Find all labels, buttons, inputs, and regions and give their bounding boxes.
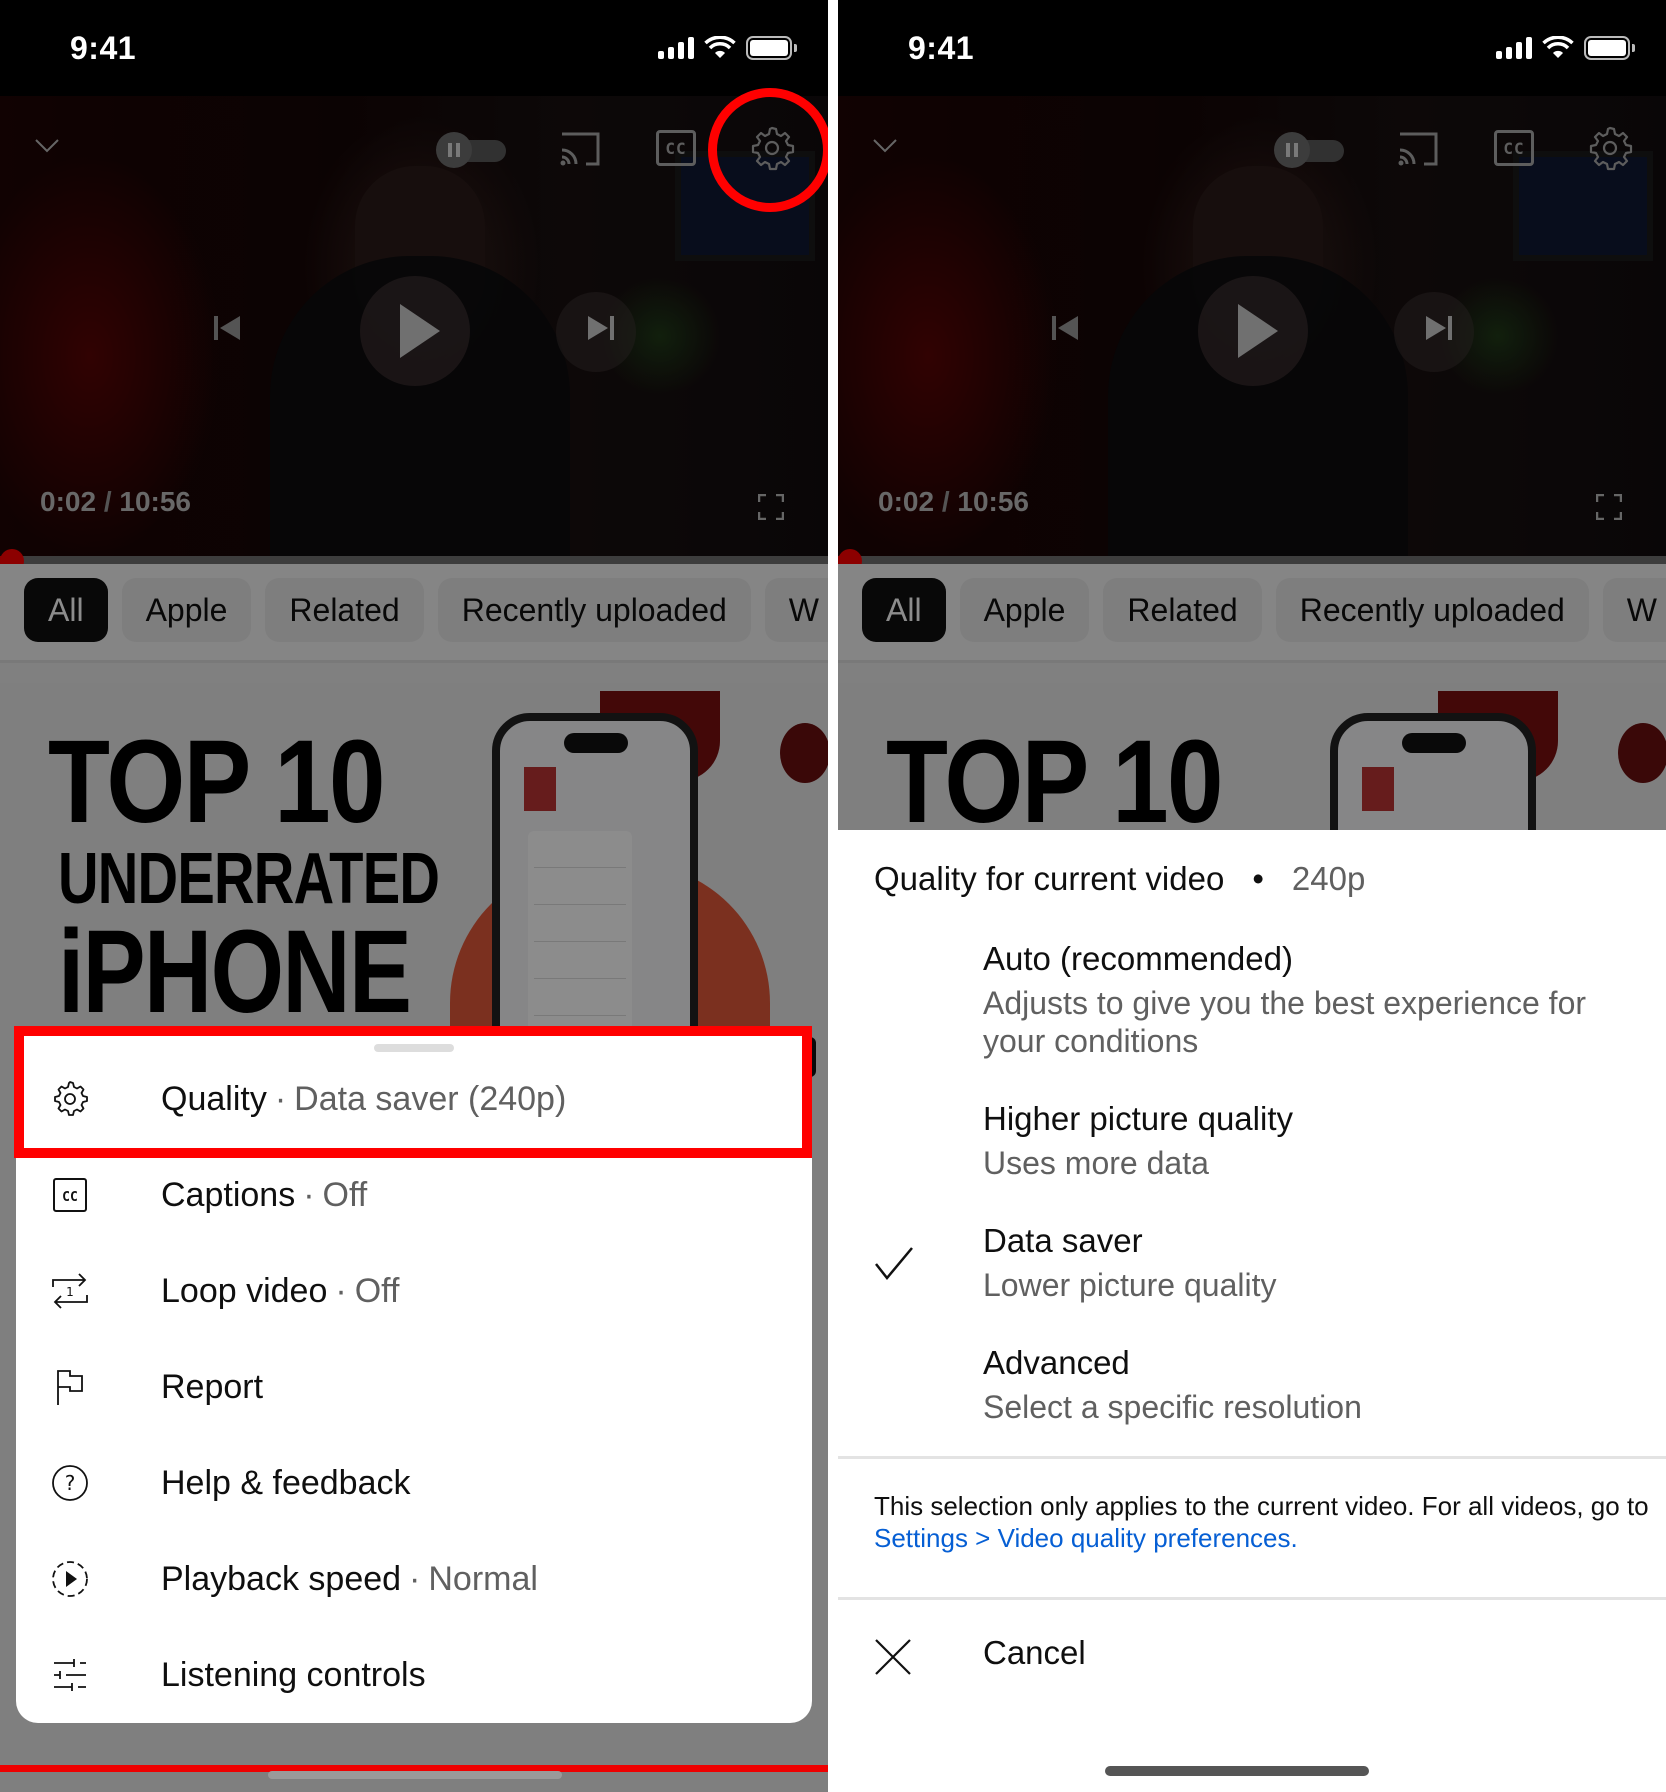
phone-screen-quality-menu: 9:41 CC 0:02 / 10:56 All Apple Related Rece… xyxy=(838,0,1666,1792)
option-description: Select a specific resolution xyxy=(983,1389,1362,1425)
close-icon xyxy=(875,1639,911,1675)
menu-item-separator: · xyxy=(303,1175,315,1214)
flag-icon xyxy=(50,1367,90,1407)
video-quality-preferences-link[interactable]: Settings > Video quality preferences. xyxy=(874,1523,1298,1553)
status-time: 9:41 xyxy=(908,30,975,66)
phone-screen-settings-menu: 9:41 CC 0:02 / 10:56 All Apple Related Rece… xyxy=(0,0,828,1792)
playback-speed-icon xyxy=(50,1559,90,1599)
menu-item-playback-speed[interactable]: Playback speed · Normal xyxy=(16,1534,812,1624)
menu-item-title: Report xyxy=(161,1367,264,1406)
status-bar: 9:41 xyxy=(838,0,1666,96)
sliders-icon xyxy=(50,1655,90,1695)
menu-item-value: Normal xyxy=(428,1559,538,1598)
menu-item-label: Report xyxy=(161,1368,263,1407)
status-time: 9:41 xyxy=(70,30,137,66)
footnote-text: This selection only applies to the curre… xyxy=(874,1491,1649,1521)
menu-item-label: Help & feedback xyxy=(161,1464,411,1503)
menu-item-title: Listening controls xyxy=(161,1655,426,1694)
cancel-label: Cancel xyxy=(983,1634,1086,1671)
menu-item-loop-video[interactable]: 1 Loop video · Off xyxy=(16,1246,812,1336)
option-description: Adjusts to give you the best experience … xyxy=(983,985,1587,1059)
menu-item-separator: · xyxy=(409,1559,421,1598)
loop-icon: 1 xyxy=(50,1271,90,1311)
menu-item-label: Listening controls xyxy=(161,1656,426,1695)
battery-icon xyxy=(1584,36,1635,60)
menu-item-separator: · xyxy=(335,1271,347,1310)
section-divider xyxy=(838,1597,1666,1600)
quality-option-data-saver[interactable]: Data saver Lower picture quality xyxy=(838,1222,1666,1312)
cellular-signal-icon xyxy=(1496,37,1532,59)
menu-item-listening-controls[interactable]: Listening controls xyxy=(16,1630,812,1720)
quality-header-separator: • xyxy=(1252,860,1264,897)
quality-header-label: Quality for current video xyxy=(874,860,1225,897)
status-icons xyxy=(658,36,797,60)
option-description: Uses more data xyxy=(983,1145,1209,1181)
quality-header: Quality for current video • 240p xyxy=(874,860,1365,898)
current-quality-value: 240p xyxy=(1291,860,1366,897)
cc-icon: CC xyxy=(50,1175,90,1215)
cellular-signal-icon xyxy=(658,37,694,59)
menu-item-help-feedback[interactable]: ? Help & feedback xyxy=(16,1438,812,1528)
menu-item-label: Captions · Off xyxy=(161,1176,367,1215)
checkmark-icon xyxy=(875,1247,913,1280)
menu-item-captions[interactable]: CC Captions · Off xyxy=(16,1150,812,1240)
menu-item-report[interactable]: Report xyxy=(16,1342,812,1432)
svg-text:?: ? xyxy=(65,1471,76,1495)
option-title: Auto (recommended) xyxy=(983,940,1293,977)
menu-item-title: Captions xyxy=(161,1175,296,1214)
menu-item-title: Help & feedback xyxy=(161,1463,411,1502)
cancel-button[interactable]: Cancel xyxy=(838,1620,1666,1700)
menu-item-value: Off xyxy=(322,1175,368,1214)
home-indicator xyxy=(1105,1766,1369,1776)
menu-item-label: Loop video · Off xyxy=(161,1272,399,1311)
option-title: Higher picture quality xyxy=(983,1100,1293,1137)
section-divider xyxy=(838,1456,1666,1459)
annotation-highlight-circle xyxy=(708,88,828,212)
home-indicator xyxy=(268,1771,562,1779)
menu-item-value: Off xyxy=(354,1271,400,1310)
help-icon: ? xyxy=(50,1463,90,1503)
status-bar: 9:41 xyxy=(0,0,828,96)
battery-icon xyxy=(746,36,797,60)
svg-text:1: 1 xyxy=(66,1285,74,1299)
svg-text:CC: CC xyxy=(62,1190,78,1205)
option-title: Data saver xyxy=(983,1222,1143,1259)
quality-option-advanced[interactable]: Advanced Select a specific resolution xyxy=(838,1344,1666,1434)
option-description: Lower picture quality xyxy=(983,1267,1277,1303)
quality-bottom-sheet: Quality for current video • 240p Auto (rec… xyxy=(838,830,1666,1792)
status-icons xyxy=(1496,36,1635,60)
quality-option-higher[interactable]: Higher picture quality Uses more data xyxy=(838,1100,1666,1190)
annotation-highlight-box xyxy=(14,1026,812,1158)
wifi-icon xyxy=(704,36,736,58)
quality-option-auto[interactable]: Auto (recommended) Adjusts to give you t… xyxy=(838,940,1666,1059)
menu-item-title: Playback speed xyxy=(161,1559,402,1598)
quality-footnote: This selection only applies to the curre… xyxy=(874,1490,1654,1554)
wifi-icon xyxy=(1542,36,1574,58)
option-title: Advanced xyxy=(983,1344,1130,1381)
menu-item-label: Playback speed · Normal xyxy=(161,1560,538,1599)
menu-item-title: Loop video xyxy=(161,1271,328,1310)
screenshot-divider xyxy=(828,0,838,1792)
